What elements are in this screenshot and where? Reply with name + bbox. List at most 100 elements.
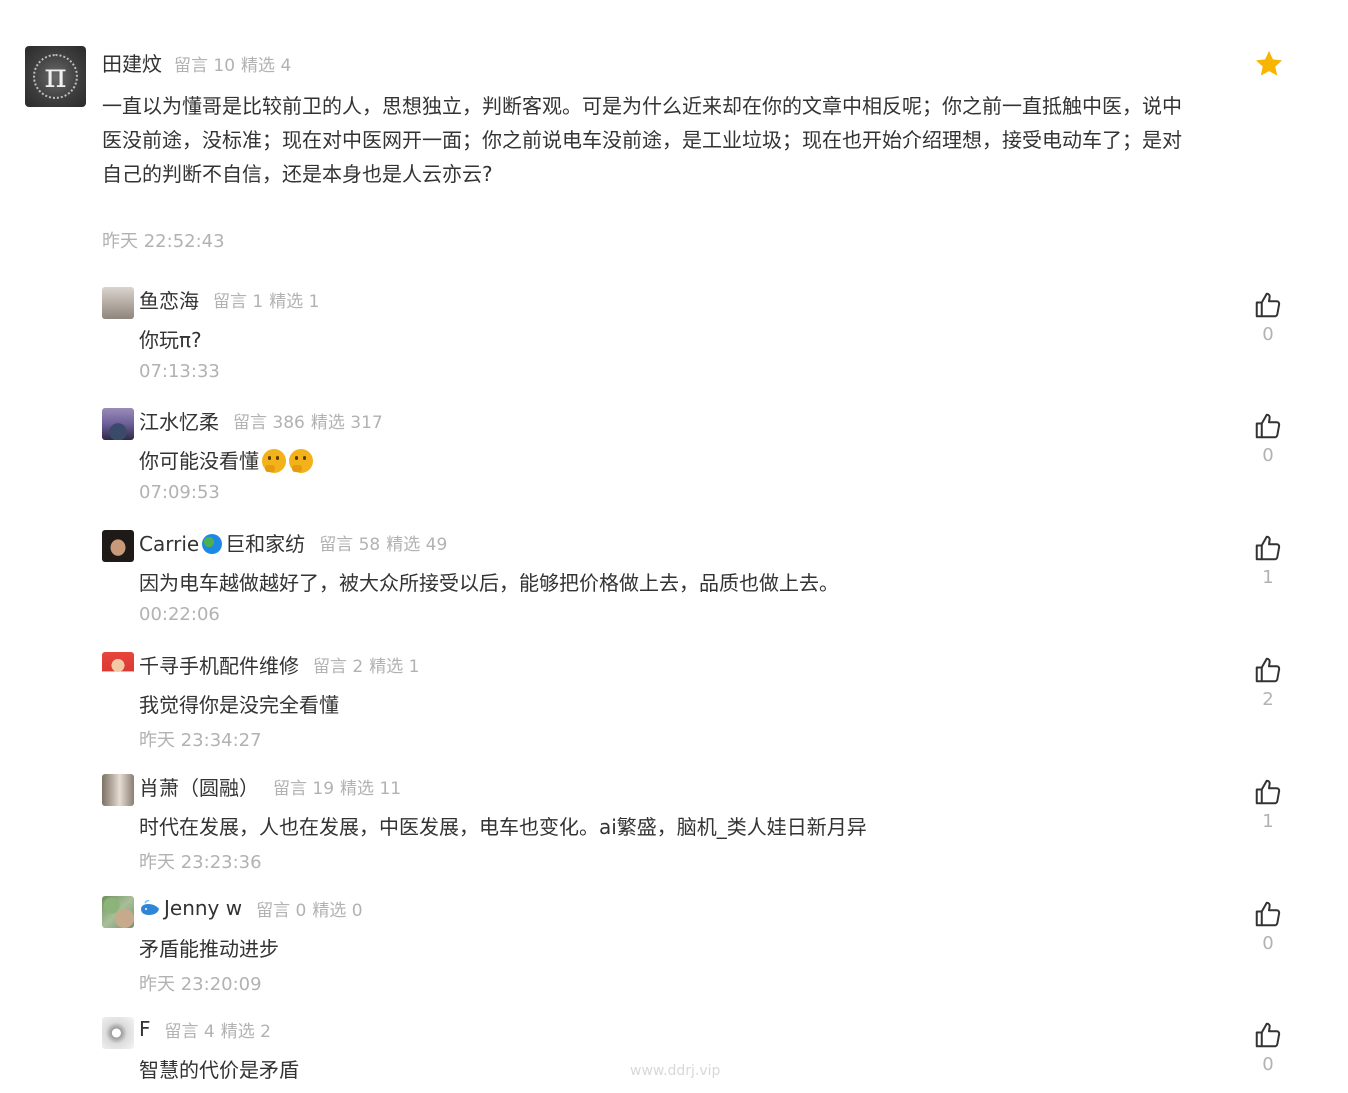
reply-avatar[interactable]	[102, 530, 134, 562]
featured-count: 精选 0	[312, 900, 363, 921]
like-count: 1	[1262, 567, 1274, 588]
thumbs-up-icon	[1255, 292, 1281, 318]
reply-time: 昨天 23:20:09	[139, 974, 262, 995]
star-icon[interactable]	[1253, 48, 1285, 80]
reply-avatar[interactable]	[102, 896, 134, 928]
message-count: 留言 1	[213, 291, 264, 312]
reply-text: 智慧的代价是矛盾	[139, 1058, 299, 1082]
reply-item: 江水忆柔 留言 386 精选 317 你可能没看懂 07:09:53 0	[102, 405, 1302, 517]
like-button[interactable]: 0	[1252, 899, 1284, 954]
reply-header: Carrie 巨和家纺 留言 58 精选 49	[139, 527, 447, 557]
reply-item: Jenny w 留言 0 精选 0 矛盾能推动进步 昨天 23:20:09 0	[102, 893, 1302, 1005]
like-count: 0	[1262, 1054, 1274, 1075]
like-button[interactable]: 1	[1252, 777, 1284, 832]
reply-author-name[interactable]: 江水忆柔	[139, 406, 219, 435]
reply-avatar[interactable]	[102, 1017, 134, 1049]
reply-author-name-part: Carrie	[139, 531, 200, 556]
reply-author-name-part: Jenny w	[164, 896, 243, 920]
thumbs-up-icon	[1255, 901, 1281, 927]
reply-author-name[interactable]: 肖萧（圆融）	[139, 772, 259, 801]
reply-avatar[interactable]	[102, 774, 134, 806]
like-button[interactable]: 0	[1252, 411, 1284, 466]
like-count: 0	[1262, 445, 1274, 466]
reply-text-content: 你可能没看懂	[139, 449, 259, 473]
reply-time: 昨天 23:34:27	[139, 730, 262, 751]
reply-text: 时代在发展，人也在发展，中医发展，电车也变化。ai繁盛，脑机_类人娃日新月异	[139, 815, 867, 839]
like-button[interactable]: 1	[1252, 533, 1284, 588]
reply-text: 我觉得你是没完全看懂	[139, 693, 339, 717]
reply-author-name-part: 巨和家纺	[225, 531, 306, 556]
author-stats: 留言 19 精选 11	[273, 774, 401, 799]
author-stats: 留言 4 精选 2	[165, 1017, 271, 1042]
reply-header: Jenny w 留言 0 精选 0	[139, 893, 363, 923]
featured-count: 精选 2	[220, 1021, 271, 1042]
comment-text: 一直以为懂哥是比较前卫的人，思想独立，判断客观。可是为什么近来却在你的文章中相反…	[102, 94, 1182, 186]
author-stats: 留言 58 精选 49	[319, 530, 447, 555]
reply-author-name[interactable]: F	[139, 1017, 151, 1041]
message-count: 留言 2	[313, 656, 364, 677]
reply-time: 昨天 23:23:36	[139, 852, 262, 873]
like-count: 0	[1262, 324, 1274, 345]
thumbs-up-icon	[1255, 1022, 1281, 1048]
comment-author-name[interactable]: 田建炆	[102, 48, 162, 77]
featured-count: 精选 1	[269, 291, 320, 312]
reply-header: 肖萧（圆融） 留言 19 精选 11	[139, 771, 401, 801]
featured-count: 精选 4	[241, 56, 292, 76]
author-stats: 留言 1 精选 1	[213, 287, 319, 312]
avatar-pi-symbol: π	[44, 56, 67, 96]
like-button[interactable]: 2	[1252, 655, 1284, 710]
author-stats: 留言 0 精选 0	[256, 896, 362, 921]
reply-time: 07:09:53	[139, 482, 220, 503]
comment-author-line: 田建炆 留言 10 精选 4	[102, 48, 291, 76]
reply-author-name[interactable]: Jenny w	[139, 896, 242, 920]
like-button[interactable]: 0	[1252, 1020, 1284, 1075]
whale-emoji-icon	[141, 899, 159, 915]
featured-count: 精选 1	[369, 656, 420, 677]
reply-header: 鱼恋海 留言 1 精选 1	[139, 284, 319, 314]
reply-header: F 留言 4 精选 2	[139, 1014, 271, 1044]
reply-text: 因为电车越做越好了，被大众所接受以后，能够把价格做上去，品质也做上去。	[139, 571, 839, 595]
globe-emoji-icon	[202, 533, 223, 554]
featured-count: 精选 49	[386, 534, 448, 555]
reply-avatar[interactable]	[102, 652, 134, 684]
like-count: 2	[1262, 689, 1274, 710]
reply-text: 矛盾能推动进步	[139, 937, 279, 961]
featured-count: 精选 317	[310, 412, 383, 433]
thinking-emoji-icon	[262, 449, 286, 473]
featured-count: 精选 11	[340, 778, 402, 799]
reply-author-name[interactable]: 千寻手机配件维修	[139, 650, 299, 679]
message-count: 留言 10	[174, 56, 236, 76]
reply-avatar[interactable]	[102, 408, 134, 440]
author-stats: 留言 2 精选 1	[313, 652, 419, 677]
thumbs-up-icon	[1255, 535, 1281, 561]
reply-item: F 留言 4 精选 2 智慧的代价是矛盾 0	[102, 1014, 1302, 1093]
message-count: 留言 58	[319, 534, 381, 555]
thinking-emoji-icon	[289, 449, 313, 473]
like-count: 1	[1262, 811, 1274, 832]
author-stats: 留言 386 精选 317	[233, 408, 383, 433]
reply-time: 00:22:06	[139, 604, 220, 625]
reply-avatar[interactable]	[102, 287, 134, 319]
like-count: 0	[1262, 933, 1274, 954]
author-avatar[interactable]: π	[25, 46, 86, 107]
watermark: www.ddrj.vip	[630, 1063, 721, 1079]
thumbs-up-icon	[1255, 779, 1281, 805]
reply-author-name[interactable]: 鱼恋海	[139, 285, 199, 314]
reply-header: 千寻手机配件维修 留言 2 精选 1	[139, 649, 419, 679]
reply-text: 你可能没看懂	[139, 446, 313, 476]
thumbs-up-icon	[1255, 657, 1281, 683]
reply-author-name[interactable]: Carrie 巨和家纺	[139, 528, 305, 557]
message-count: 留言 386	[233, 412, 305, 433]
reply-item: 鱼恋海 留言 1 精选 1 你玩π? 07:13:33 0	[102, 284, 1302, 396]
thumbs-up-icon	[1255, 413, 1281, 439]
reply-item: Carrie 巨和家纺 留言 58 精选 49 因为电车越做越好了，被大众所接受以后…	[102, 527, 1302, 639]
message-count: 留言 19	[273, 778, 335, 799]
reply-item: 肖萧（圆融） 留言 19 精选 11 时代在发展，人也在发展，中医发展，电车也变化…	[102, 771, 1302, 883]
author-stats: 留言 10 精选 4	[174, 51, 291, 76]
reply-header: 江水忆柔 留言 386 精选 317	[139, 405, 383, 435]
message-count: 留言 0	[256, 900, 307, 921]
reply-item: 千寻手机配件维修 留言 2 精选 1 我觉得你是没完全看懂 昨天 23:34:27…	[102, 649, 1302, 761]
reply-time: 07:13:33	[139, 361, 220, 382]
comment-time: 昨天 22:52:43	[102, 231, 225, 252]
like-button[interactable]: 0	[1252, 290, 1284, 345]
